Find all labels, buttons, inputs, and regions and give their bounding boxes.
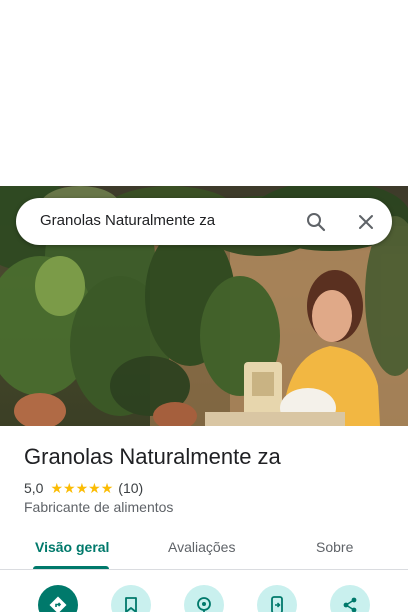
nearby-button[interactable] [184,585,224,612]
close-icon[interactable] [352,208,380,236]
search-bar[interactable]: Granolas Naturalmente za [16,198,392,245]
rating-value: 5,0 [24,480,44,496]
star-icon: ★ [50,480,64,496]
active-tab-indicator [33,566,109,569]
search-input[interactable]: Granolas Naturalmente za [40,212,215,229]
place-title: Granolas Naturalmente za [24,444,281,469]
send-to-phone-button[interactable] [257,585,297,612]
search-icon[interactable] [302,208,330,236]
map-blank-area [0,0,408,186]
star-icon: ★ [75,480,89,496]
star-icon: ★ [100,480,114,496]
tab-bar: Visão geral Avaliações Sobre [0,526,408,570]
tab-about[interactable]: Sobre [316,539,353,555]
tab-overview[interactable]: Visão geral [35,539,109,555]
rating-row[interactable]: 5,0 ★ ★ ★ ★ ★ (10) [24,479,143,497]
save-button[interactable] [111,585,151,612]
directions-button[interactable] [38,585,78,612]
directions-icon [49,596,67,612]
tab-reviews[interactable]: Avaliações [168,539,235,555]
star-icon: ★ [88,480,101,496]
nearby-icon [197,597,211,612]
share-button[interactable] [330,585,370,612]
star-icon: ★ [63,480,76,496]
bookmark-icon [125,597,137,612]
rating-stars: ★ ★ ★ ★ ★ [50,481,113,495]
review-count[interactable]: (10) [118,480,143,496]
send-to-phone-icon [271,596,283,612]
share-icon [343,597,357,612]
place-category[interactable]: Fabricante de alimentos [24,499,173,515]
